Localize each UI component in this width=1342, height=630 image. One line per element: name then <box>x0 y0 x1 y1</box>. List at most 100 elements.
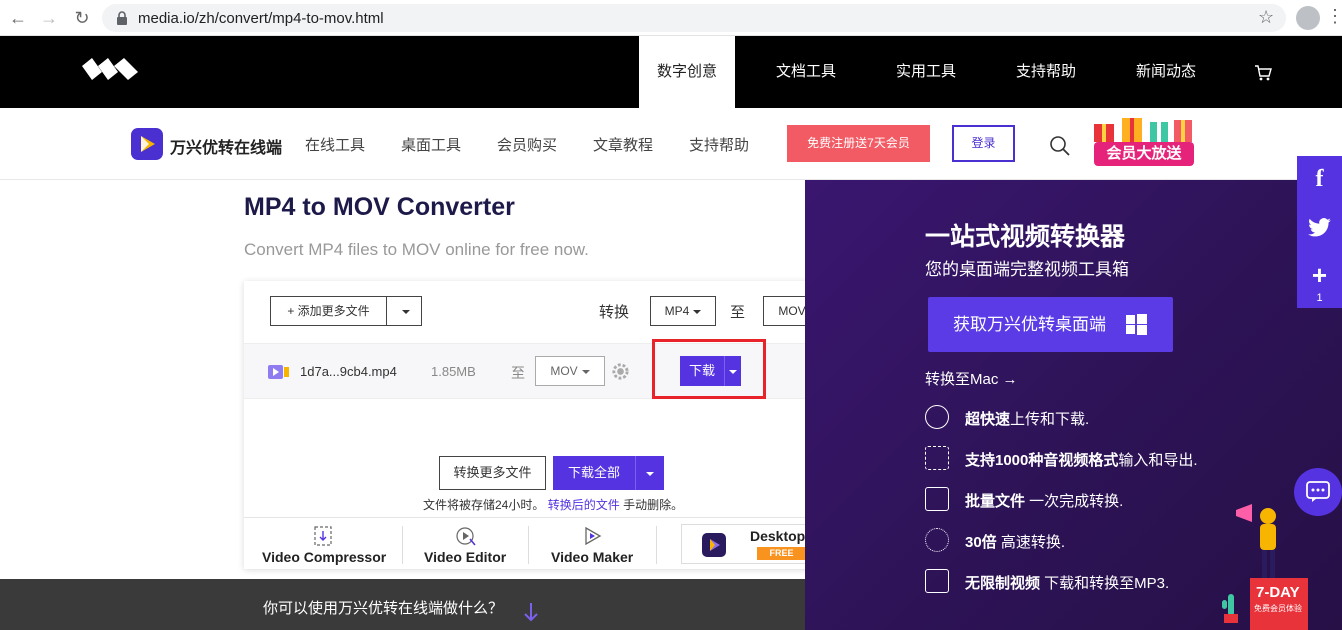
page-subtitle: Convert MP4 files to MOV online for free… <box>244 240 589 259</box>
to-label: 至 <box>730 304 746 321</box>
desktop-promo-panel: 一站式视频转换器 您的桌面端完整视频工具箱 获取万兴优转桌面端 转换至Mac →… <box>805 180 1342 630</box>
video-editor-icon <box>456 527 476 546</box>
desktop-label: Desktop <box>750 528 806 544</box>
arrow-down-icon[interactable] <box>523 601 539 623</box>
feature-section-title: 你可以使用万兴优转在线端做什么？ <box>263 600 504 617</box>
topnav-item-news[interactable]: 新闻动态 <box>1120 36 1212 108</box>
video-file-icon <box>268 365 289 379</box>
file-to-label: 至 <box>511 365 525 381</box>
storage-notice: 文件将被存储24小时。 转换后的文件 手动删除。 <box>423 496 683 513</box>
feature-item: 超快速上传和下载. <box>965 411 1090 428</box>
formats-icon <box>925 446 949 470</box>
star-icon[interactable]: ☆ <box>1258 7 1274 28</box>
subnav-item-tutorials[interactable]: 文章教程 <box>593 134 653 155</box>
converted-files-link[interactable]: 转换后的文件 <box>548 498 620 512</box>
facebook-icon[interactable]: f <box>1297 166 1342 193</box>
mediaio-logo-icon[interactable] <box>131 128 163 160</box>
share-count: 1 <box>1316 292 1323 304</box>
promo-title: 一站式视频转换器 <box>925 223 1126 251</box>
subnav-item-help[interactable]: 支持帮助 <box>689 134 749 155</box>
brand-name[interactable]: 万兴优转在线端 <box>170 134 282 158</box>
subnav-item-desktop-tools[interactable]: 桌面工具 <box>401 134 461 155</box>
cactus-icon <box>1222 594 1238 623</box>
video-editor-link[interactable]: Video Editor <box>424 549 506 565</box>
add-files-dropdown-icon[interactable] <box>387 297 421 325</box>
convert-label: 转换 <box>599 304 630 321</box>
topnav-item-creative[interactable]: 数字创意 <box>639 36 735 108</box>
file-format-select[interactable]: MOV <box>535 356 605 386</box>
top-navigation: 数字创意 文档工具 实用工具 支持帮助 新闻动态 <box>0 36 1342 108</box>
video-compressor-link[interactable]: Video Compressor <box>262 549 386 565</box>
chat-bubble-icon <box>1306 481 1330 502</box>
gift-boxes-icon <box>1094 118 1192 142</box>
seven-day-label: 7-DAY <box>1256 584 1300 601</box>
seven-day-sub: 免费会员体验 <box>1254 604 1302 613</box>
download-all-button[interactable]: 下载全部 <box>553 456 635 490</box>
divider <box>402 526 403 564</box>
profile-avatar[interactable] <box>1296 6 1320 30</box>
reload-icon[interactable]: ↻ <box>70 6 94 30</box>
social-share-bar: f + 1 <box>1297 156 1342 308</box>
megaphone-person-illustration <box>1236 504 1276 578</box>
play-logo-icon <box>710 539 720 551</box>
download-all-group: 下载全部 <box>553 456 664 490</box>
chevron-down-icon <box>581 369 590 374</box>
topnav-item-support[interactable]: 支持帮助 <box>1000 36 1092 108</box>
back-icon[interactable]: ← <box>6 6 30 30</box>
compress-icon <box>314 526 332 546</box>
file-size: 1.85MB <box>431 364 476 379</box>
divider <box>528 526 529 564</box>
page-title: MP4 to MOV Converter <box>244 193 515 221</box>
more-menu-icon[interactable]: ⋮ <box>1326 6 1342 27</box>
download-all-dropdown-icon[interactable] <box>635 456 664 490</box>
topnav-item-utilities[interactable]: 实用工具 <box>880 36 972 108</box>
desktop-app-icon <box>702 533 726 557</box>
subnav-item-membership[interactable]: 会员购买 <box>497 134 557 155</box>
settings-gear-icon[interactable] <box>611 362 630 381</box>
login-button[interactable]: 登录 <box>952 125 1015 162</box>
share-plus-icon[interactable]: + <box>1297 260 1342 291</box>
clock-icon <box>925 405 949 429</box>
get-desktop-label: 获取万兴优转桌面端 <box>953 315 1106 334</box>
url-text: media.io/zh/convert/mp4-to-mov.html <box>138 10 384 27</box>
source-format-select[interactable]: MP4 <box>650 296 716 326</box>
batch-files-icon <box>925 487 949 511</box>
promo-banner[interactable]: 会员大放送 <box>1090 114 1196 170</box>
feature-item: 无限制视频 下载和转换至MP3. <box>965 575 1170 592</box>
promo-subtitle: 您的桌面端完整视频工具箱 <box>925 260 1129 279</box>
storage-notice-prefix: 文件将被存储24小时。 <box>423 498 545 512</box>
video-maker-icon <box>585 526 602 546</box>
source-format-value: MP4 <box>664 304 690 318</box>
free-badge: FREE <box>757 547 806 560</box>
convert-more-button[interactable]: 转换更多文件 <box>439 456 546 490</box>
chat-button[interactable] <box>1294 468 1342 516</box>
download-box-icon <box>925 569 949 593</box>
lock-icon <box>117 11 127 25</box>
add-files-button[interactable]: + 添加更多文件 <box>271 297 387 325</box>
forward-icon[interactable]: → <box>37 6 61 30</box>
subnav-item-online-tools[interactable]: 在线工具 <box>305 134 365 155</box>
wondershare-logo-icon[interactable] <box>82 58 142 88</box>
windows-icon <box>1126 314 1147 335</box>
cart-icon[interactable] <box>1254 65 1272 81</box>
feature-item: 支持1000种音视频格式输入和导出. <box>965 452 1198 469</box>
feature-section-bar: 你可以使用万兴优转在线端做什么？ <box>0 579 805 630</box>
play-logo-icon <box>141 136 155 152</box>
get-desktop-button[interactable]: 获取万兴优转桌面端 <box>928 297 1173 352</box>
convert-to-mac-link[interactable]: 转换至Mac → <box>925 368 1018 389</box>
topnav-item-docs[interactable]: 文档工具 <box>760 36 852 108</box>
search-icon[interactable] <box>1049 135 1071 157</box>
address-bar[interactable]: media.io/zh/convert/mp4-to-mov.html <box>102 4 1286 32</box>
tool-strip: Video Compressor Video Editor Video Make… <box>244 517 858 569</box>
highlight-box <box>652 339 766 399</box>
register-button[interactable]: 免费注册送7天会员 <box>787 125 930 162</box>
file-format-value: MOV <box>550 364 578 378</box>
video-maker-link[interactable]: Video Maker <box>551 549 633 565</box>
chevron-down-icon <box>693 309 702 314</box>
twitter-icon[interactable] <box>1308 218 1331 237</box>
divider <box>656 526 657 564</box>
promo-label: 会员大放送 <box>1094 142 1194 166</box>
seven-day-trial-badge[interactable]: 7-DAY 免费会员体验 <box>1250 578 1308 630</box>
add-files-group: + 添加更多文件 <box>270 296 422 326</box>
browser-toolbar: ← → ↻ media.io/zh/convert/mp4-to-mov.htm… <box>0 0 1342 36</box>
